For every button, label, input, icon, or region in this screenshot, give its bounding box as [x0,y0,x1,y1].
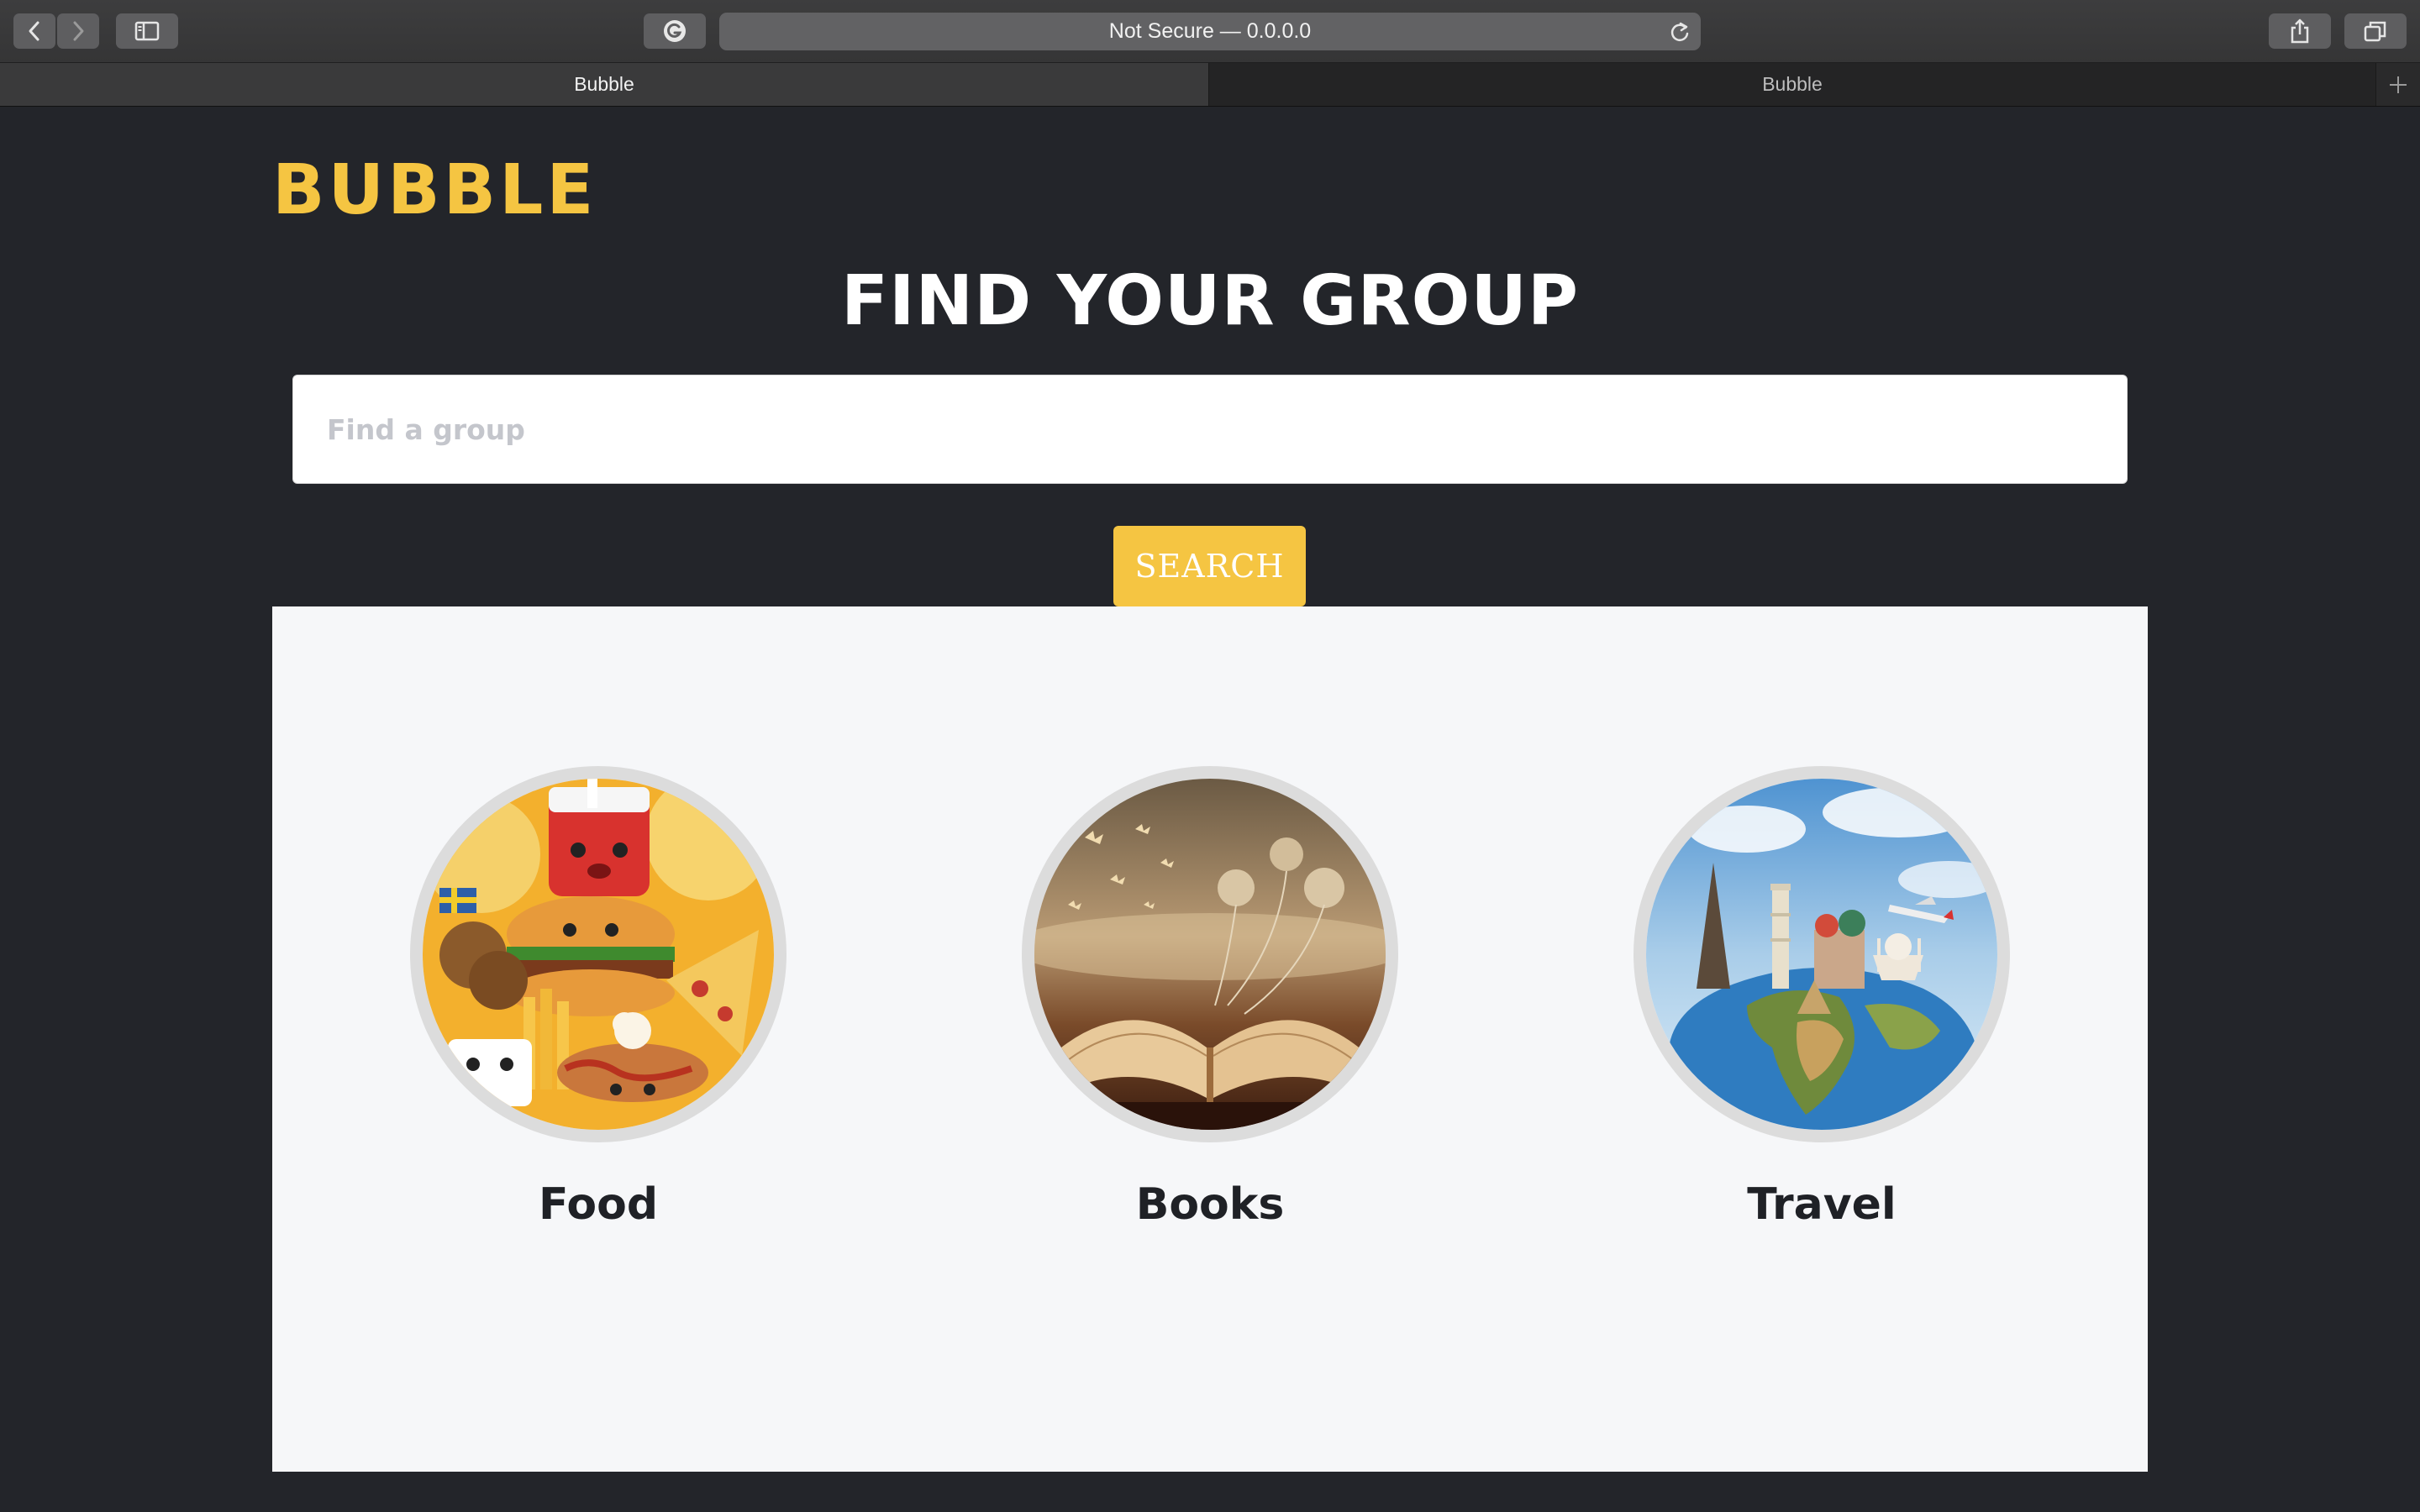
group-card-travel[interactable]: Travel [1628,766,2015,1230]
group-label-food[interactable]: Food [539,1179,658,1230]
group-label-books[interactable]: Books [1136,1179,1285,1230]
grammarly-icon [664,20,686,42]
forward-button[interactable] [57,13,99,49]
sidebar-icon [134,21,160,41]
reload-icon[interactable] [1669,20,1691,44]
tab-label: Bubble [1762,73,1823,95]
new-tab-button[interactable] [2376,63,2420,106]
sidebar-toggle-button[interactable] [116,13,178,49]
books-image[interactable] [1022,766,1398,1142]
tab-label: Bubble [574,73,634,95]
group-label-travel[interactable]: Travel [1747,1179,1896,1230]
tabs-overview-icon [2364,21,2386,42]
share-icon [2291,18,2309,44]
new-tab-icon [2390,76,2407,93]
tabs-overview-button[interactable] [2344,13,2407,49]
address-bar[interactable]: Not Secure — 0.0.0.0 [719,13,1701,50]
group-search-input[interactable] [292,375,2128,484]
grammarly-extension-button[interactable] [644,13,706,49]
back-icon [29,21,39,41]
browser-toolbar: Not Secure — 0.0.0.0 [0,0,2420,63]
forward-icon [73,21,84,41]
group-card-food[interactable]: Food [405,766,792,1230]
page-title: FIND YOUR GROUP [840,261,1580,341]
group-card-books[interactable]: Books [1017,766,1403,1230]
address-text: Not Secure — 0.0.0.0 [1108,19,1312,43]
travel-image[interactable] [1634,766,2010,1142]
search-button-label: SEARCH [1134,548,1285,585]
site-logo[interactable]: BUBBLE [272,156,597,225]
back-button[interactable] [13,13,55,49]
search-button[interactable]: SEARCH [1113,526,1306,606]
group-panel: Food Books Travel [272,606,2148,1472]
tab-bar: Bubble Bubble [0,63,2420,107]
tab-bubble-inactive[interactable]: Bubble [1209,63,2376,106]
tab-bubble-active[interactable]: Bubble [0,63,1209,106]
share-button[interactable] [2269,13,2331,49]
food-image[interactable] [410,766,786,1142]
